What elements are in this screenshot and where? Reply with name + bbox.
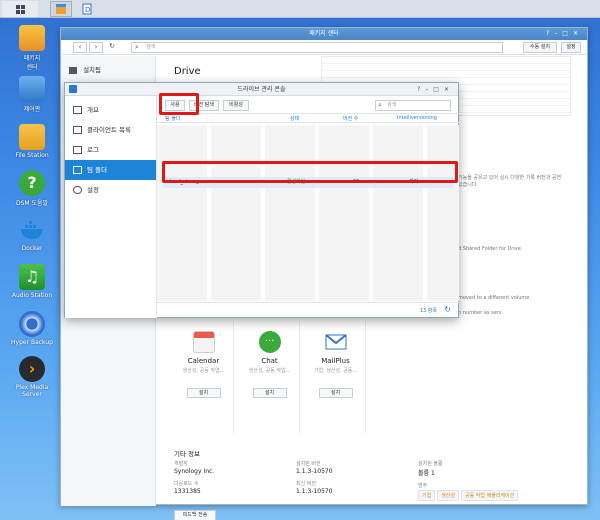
- desktop-icon-file-station[interactable]: File Station: [6, 124, 58, 159]
- taskbar-package-center[interactable]: [50, 1, 72, 17]
- window-controls[interactable]: ?–□✕: [417, 83, 454, 96]
- calendar-icon: [192, 331, 215, 353]
- category-tags: 기업 생산성 공동 작업 애플리케이션: [418, 490, 520, 501]
- package-center-icon: [19, 25, 45, 51]
- help-icon: ?: [19, 170, 45, 196]
- log-icon: [73, 146, 82, 154]
- chat-icon: ···: [258, 331, 281, 353]
- drive-admin-console-window: 드라이브 관리 콘솔 ?–□✕ 개요 클라이언트 목록 로그 팀 폴더 설정 사…: [64, 82, 459, 318]
- drive-icon: [69, 85, 77, 93]
- app-card-mailplus[interactable]: MailPlus 기업, 생산성, 공동... 설치: [306, 321, 366, 433]
- back-button[interactable]: ‹: [73, 42, 87, 53]
- team-folder-panel: 사용 버전 탐색 비활성 ⌕ 검색 팀 폴더 상태 버전 수 Intellive…: [157, 96, 459, 318]
- sidebar-item-client-list[interactable]: 클라이언트 목록: [65, 120, 156, 140]
- info-developer: 개발자 Synology Inc. 다운로드 수 1331385: [174, 461, 215, 495]
- grid-icon: [15, 4, 25, 14]
- search-icon: ⌕: [135, 43, 139, 51]
- window-titlebar[interactable]: 패키지 센터 ?–□✕: [61, 28, 587, 40]
- sidebar-item-settings[interactable]: 설정: [65, 180, 156, 200]
- client-list-icon: [73, 126, 82, 134]
- control-panel-icon: [19, 76, 45, 102]
- desktop-icon-package-center[interactable]: 패키지 센터: [6, 25, 58, 71]
- team-folder-icon: [73, 166, 82, 174]
- download-icon: [69, 66, 77, 74]
- forward-button[interactable]: ›: [89, 42, 103, 53]
- desktop-icon-plex[interactable]: › Plex Media Server: [6, 356, 58, 398]
- install-button[interactable]: 설치: [318, 388, 353, 398]
- taskbar-drive-console[interactable]: D: [76, 1, 98, 17]
- drive-icon: D: [82, 3, 92, 15]
- music-icon: ♫: [19, 264, 45, 290]
- disable-button[interactable]: 비활성: [223, 100, 249, 111]
- sidebar-item-team-folder[interactable]: 팀 폴더: [65, 160, 156, 180]
- plex-icon: ›: [19, 356, 45, 382]
- other-info-heading: 기타 정보: [174, 450, 200, 458]
- table-header: 팀 폴더 상태 버전 수 Intelliversioning: [157, 114, 459, 123]
- search-icon: ⌕: [378, 101, 382, 109]
- desktop-icon-control-panel[interactable]: 제어판: [6, 76, 58, 113]
- sidebar-item-installed[interactable]: 설치됨: [61, 62, 155, 78]
- app-card-chat[interactable]: ··· Chat 생산성, 공동 작업... 설치: [240, 321, 300, 433]
- svg-text:D: D: [85, 6, 90, 14]
- table-footer: 13 항목 ↻: [157, 302, 459, 318]
- taskbar: D: [0, 0, 600, 18]
- refresh-icon[interactable]: ↻: [105, 42, 119, 53]
- window-controls[interactable]: ?–□✕: [546, 28, 583, 40]
- table-body: cloud_storage 활성화됨 32 켜기: [157, 125, 459, 301]
- refresh-icon[interactable]: ↻: [444, 305, 451, 314]
- column-header[interactable]: Intelliversioning: [397, 115, 437, 121]
- settings-button[interactable]: 설정: [561, 42, 581, 53]
- column-header[interactable]: 버전 수: [343, 115, 358, 122]
- folder-icon: [19, 124, 45, 150]
- sidebar-item-overview[interactable]: 개요: [65, 100, 156, 120]
- settings-gear-icon: [73, 186, 82, 194]
- mail-icon: [324, 331, 347, 353]
- install-button[interactable]: 설치: [186, 388, 221, 398]
- install-button[interactable]: 설치: [252, 388, 287, 398]
- category-tag[interactable]: 공동 작업 애플리케이션: [461, 490, 519, 501]
- desktop-icon-audio-station[interactable]: ♫ Audio Station: [6, 264, 58, 299]
- package-toolbar: ‹ › ↻ ⌕ 검색 수동 설치 설정: [61, 40, 587, 55]
- modal-sidebar: 개요 클라이언트 목록 로그 팀 폴더 설정: [65, 96, 157, 318]
- app-card-calendar[interactable]: Calendar 생산성, 공동 작업... 설치: [174, 321, 234, 433]
- category-tag[interactable]: 생산성: [437, 490, 460, 501]
- modal-titlebar[interactable]: 드라이브 관리 콘솔 ?–□✕: [65, 83, 458, 96]
- category-tag[interactable]: 기업: [418, 490, 436, 501]
- info-volume: 설치된 볼륨 볼륨 1 범주 기업 생산성 공동 작업 애플리케이션: [418, 460, 520, 506]
- docker-icon: [19, 217, 45, 243]
- package-search-input[interactable]: ⌕ 검색: [131, 42, 503, 53]
- package-title: Drive: [174, 66, 201, 77]
- desktop-icon-dsm-help[interactable]: ? DSM 도움말: [6, 170, 58, 207]
- package-center-icon: [56, 4, 66, 14]
- team-folder-search-input[interactable]: ⌕ 검색: [375, 100, 451, 111]
- team-folder-toolbar: 사용 버전 탐색 비활성 ⌕ 검색: [157, 96, 459, 114]
- backup-icon: [19, 311, 45, 337]
- highlight-cloud-storage-row: [162, 161, 458, 183]
- desktop-icon-docker[interactable]: Docker: [6, 217, 58, 252]
- feedback-button[interactable]: 피드백 전송: [174, 510, 216, 520]
- overview-icon: [73, 106, 82, 114]
- desktop-icon-hyper-backup[interactable]: Hyper Backup: [6, 311, 58, 346]
- manual-install-button[interactable]: 수동 설치: [523, 42, 557, 53]
- sidebar-item-log[interactable]: 로그: [65, 140, 156, 160]
- info-version: 설치된 버전 1.1.3-10570 최신 버전 1.1.3-10570: [296, 461, 333, 495]
- related-apps: Calendar 생산성, 공동 작업... 설치 ··· Chat 생산성, …: [174, 321, 374, 433]
- highlight-enable-button: [159, 93, 199, 115]
- column-header[interactable]: 상태: [290, 115, 299, 122]
- column-header[interactable]: 팀 폴더: [165, 115, 180, 122]
- main-menu-button[interactable]: [2, 1, 38, 17]
